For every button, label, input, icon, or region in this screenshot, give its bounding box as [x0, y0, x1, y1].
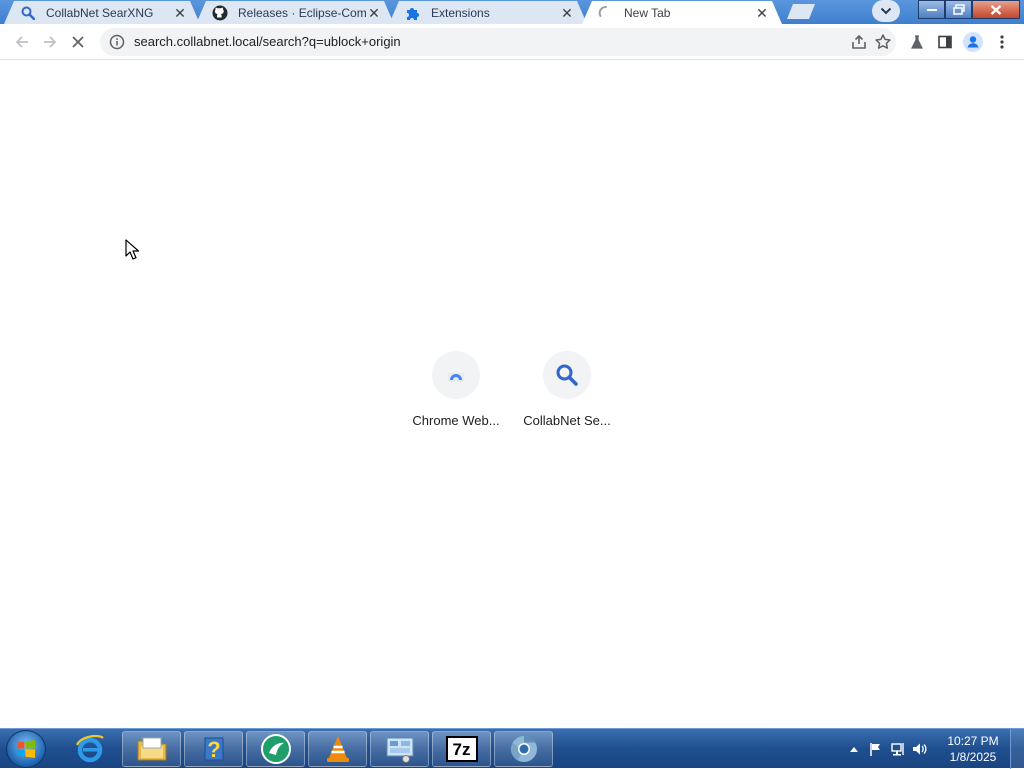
- back-button[interactable]: [10, 30, 34, 54]
- taskbar-internet-explorer[interactable]: [60, 731, 119, 767]
- clock-time: 10:27 PM: [947, 734, 999, 748]
- taskbar-control-panel[interactable]: [370, 731, 429, 767]
- menu-button[interactable]: [990, 30, 1014, 54]
- taskbar-vlc[interactable]: [308, 731, 367, 767]
- taskbar-app[interactable]: [246, 731, 305, 767]
- clock-date: 1/8/2025: [949, 750, 997, 764]
- address-url[interactable]: search.collabnet.local/search?q=ublock+o…: [134, 34, 401, 49]
- arrow-left-icon: [15, 36, 28, 48]
- tab-close-button[interactable]: ✕: [366, 5, 382, 21]
- stop-loading-button[interactable]: [66, 30, 90, 54]
- show-hidden-icons-button[interactable]: [843, 729, 865, 769]
- new-tab-page: Chrome Web... CollabNet Se...: [0, 61, 1024, 728]
- tab-close-button[interactable]: ✕: [559, 5, 575, 21]
- address-bar[interactable]: search.collabnet.local/search?q=ublock+o…: [100, 28, 896, 56]
- mouse-cursor-icon: [125, 239, 140, 260]
- new-tab-button[interactable]: [787, 4, 815, 19]
- restore-button[interactable]: [945, 0, 972, 19]
- window-controls: [918, 0, 1020, 20]
- taskbar-7zip[interactable]: 7z: [432, 731, 491, 767]
- control-panel-icon: [386, 737, 413, 763]
- taskbar-clock[interactable]: 10:27 PM 1/8/2025: [940, 733, 1006, 765]
- tab-extensions[interactable]: Extensions ✕: [389, 1, 587, 24]
- taskbar: ? 7z 10:27 PM 1/8/2025: [0, 728, 1024, 769]
- minimize-icon: [926, 8, 937, 11]
- forward-button[interactable]: [38, 30, 62, 54]
- taskbar-help[interactable]: ?: [184, 731, 243, 767]
- tab-strip: CollabNet SearXNG ✕ Releases · Eclipse-C…: [0, 0, 1024, 24]
- loading-spinner-icon: [598, 5, 614, 21]
- shortcut-collabnet-search[interactable]: CollabNet Se...: [515, 351, 619, 441]
- shortcut-label: Chrome Web...: [412, 413, 500, 428]
- chrome-web-store-icon: [448, 373, 464, 382]
- bookmark-star-icon[interactable]: [874, 33, 892, 56]
- tab-title: Releases · Eclipse-Com: [238, 5, 366, 20]
- browser-toolbar: search.collabnet.local/search?q=ublock+o…: [0, 24, 1024, 60]
- github-icon: [212, 5, 228, 21]
- 7zip-label: 7z: [452, 739, 471, 759]
- tab-title: Extensions: [431, 5, 490, 20]
- tab-close-button[interactable]: ✕: [172, 5, 188, 21]
- chevron-up-icon: [850, 747, 858, 752]
- share-icon[interactable]: [850, 33, 868, 56]
- close-icon: [990, 4, 1002, 15]
- shortcut-chrome-web-store[interactable]: Chrome Web...: [404, 351, 508, 441]
- info-icon[interactable]: [109, 34, 125, 55]
- chrome-icon: [510, 735, 537, 762]
- tab-title: New Tab: [624, 5, 671, 20]
- file-explorer-icon: [137, 737, 166, 761]
- vlc-icon: [326, 736, 349, 762]
- tab-new-tab[interactable]: New Tab ✕: [582, 1, 782, 24]
- minimize-button[interactable]: [918, 0, 945, 19]
- avatar-icon: [963, 32, 983, 52]
- close-icon: [72, 36, 84, 48]
- tab-title: CollabNet SearXNG: [46, 5, 154, 20]
- shortcut-icon-container: [432, 351, 480, 399]
- 7zip-icon: 7z: [445, 736, 478, 762]
- more-vert-icon: [1000, 35, 1004, 49]
- show-desktop-button[interactable]: [1010, 729, 1024, 769]
- puzzle-icon: [405, 5, 421, 21]
- taskbar-file-explorer[interactable]: [122, 731, 181, 767]
- help-icon: ?: [204, 737, 223, 762]
- action-center-flag-icon[interactable]: [865, 729, 887, 769]
- side-panel-button[interactable]: [933, 30, 957, 54]
- shortcut-label: CollabNet Se...: [523, 413, 611, 428]
- tab-close-button[interactable]: ✕: [754, 5, 770, 21]
- network-icon[interactable]: [887, 729, 909, 769]
- internet-explorer-icon: [75, 734, 104, 763]
- side-panel-icon: [938, 35, 952, 49]
- tab-search-button[interactable]: [872, 0, 900, 22]
- search-icon: [20, 5, 36, 21]
- close-window-button[interactable]: [972, 0, 1020, 19]
- flask-icon: [911, 35, 923, 49]
- search-icon: [556, 364, 578, 386]
- profile-button[interactable]: [961, 30, 985, 54]
- taskbar-chrome[interactable]: [494, 731, 553, 767]
- restore-icon: [952, 4, 965, 15]
- svg-text:?: ?: [207, 737, 220, 762]
- chevron-down-icon: [880, 2, 892, 20]
- labs-button[interactable]: [905, 30, 929, 54]
- app-icon: [260, 734, 291, 764]
- windows-logo-icon: [17, 740, 35, 758]
- start-button[interactable]: [6, 730, 46, 768]
- shortcut-icon-container: [543, 351, 591, 399]
- volume-icon[interactable]: [909, 729, 931, 769]
- arrow-right-icon: [44, 36, 57, 48]
- tab-releases[interactable]: Releases · Eclipse-Com ✕: [196, 1, 394, 24]
- system-tray: [843, 729, 931, 769]
- tab-collabnet-searxng[interactable]: CollabNet SearXNG ✕: [4, 1, 200, 24]
